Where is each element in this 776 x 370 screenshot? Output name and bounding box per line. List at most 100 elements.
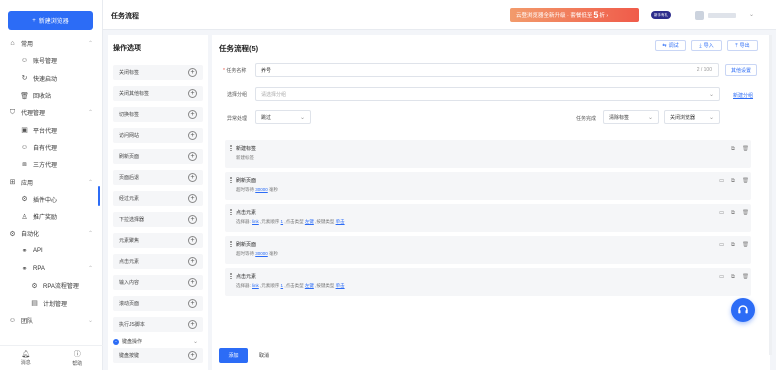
sidebar-item-rpa-flows[interactable]: ⚙ RPA流程管理 (0, 277, 103, 294)
chevron-up-icon: ⌃ (87, 266, 93, 272)
add-circle-icon[interactable]: + (188, 152, 197, 161)
delete-icon[interactable]: 🗑 (742, 178, 749, 184)
operations-title: 操作选项 (113, 45, 141, 52)
sidebar-scroll-indicator[interactable] (98, 186, 100, 206)
add-circle-icon[interactable]: + (188, 215, 197, 224)
add-circle-icon[interactable]: + (188, 68, 197, 77)
add-circle-icon[interactable]: + (188, 173, 197, 182)
copy-icon[interactable]: ⧉ (731, 274, 735, 281)
task-complete-select-1[interactable]: 清除标签 ⌄ (603, 110, 659, 124)
sidebar-item-rewards[interactable]: ♙ 推广奖励 (0, 208, 103, 225)
sidebar-item-proxy[interactable]: ⛉ 代理管理 ⌃ (0, 104, 103, 121)
other-settings-button[interactable]: 其他设置 (725, 64, 757, 76)
op-run-js[interactable]: 执行JS脚本 + (113, 317, 203, 332)
sidebar-item-own-proxy[interactable]: ☺ 自有代理 (0, 139, 103, 156)
delete-icon[interactable]: 🗑 (742, 146, 749, 152)
op-focus-element[interactable]: 元素聚焦 + (113, 233, 203, 248)
scrollbar[interactable] (769, 35, 772, 355)
sidebar-item-common[interactable]: ⌂ 常用 ⌃ (0, 35, 103, 52)
sidebar-item-api[interactable]: ⚭ API (0, 243, 103, 260)
add-circle-icon[interactable]: + (188, 278, 197, 287)
op-visit-site[interactable]: 访问网站 + (113, 128, 203, 143)
op-refresh-page[interactable]: 刷新页面 + (113, 149, 203, 164)
sidebar-item-plans[interactable]: ▤ 计划管理 (0, 294, 103, 311)
sidebar-item-automation[interactable]: ⚙ 自动化 ⌃ (0, 225, 103, 242)
op-close-other-tabs[interactable]: 关闭其他标签 + (113, 86, 203, 101)
op-click-element[interactable]: 点击元素 + (113, 254, 203, 269)
flow-step[interactable]: 刷新页面 超时等待 30000 毫秒 ▭ ⧉ 🗑 (225, 236, 751, 264)
help-button[interactable]: ⓘ 帮助 (52, 346, 104, 370)
flow-step[interactable]: 点击元素 选择器: link ,元素顺序 1 ,点击类型 左键 ,按键类型 单击… (225, 204, 751, 232)
copy-icon[interactable]: ⧉ (731, 178, 735, 185)
cancel-button[interactable]: 取消 (259, 348, 273, 363)
add-circle-icon[interactable]: + (188, 194, 197, 203)
debug-button[interactable]: ⇆ 调试 (655, 40, 686, 51)
sidebar-item-rpa[interactable]: ⚭ RPA ⌃ (0, 260, 103, 277)
delete-icon[interactable]: 🗑 (742, 242, 749, 248)
messages-button[interactable]: 🔔︎ 消息 (0, 346, 52, 370)
op-switch-tab[interactable]: 切换标签 + (113, 107, 203, 122)
add-circle-icon[interactable]: + (188, 236, 197, 245)
op-input-content[interactable]: 输入内容 + (113, 275, 203, 290)
drag-handle-icon[interactable] (230, 145, 232, 151)
delete-icon[interactable]: 🗑 (742, 210, 749, 216)
sidebar-item-plugins[interactable]: ⚙ 插件中心 (0, 191, 103, 208)
comment-icon[interactable]: ▭ (719, 274, 724, 280)
sidebar-item-accounts[interactable]: ☺ 账号管理 (0, 52, 103, 69)
add-circle-icon[interactable]: + (188, 299, 197, 308)
drag-handle-icon[interactable] (230, 209, 232, 215)
add-circle-icon[interactable]: + (188, 257, 197, 266)
op-page-back[interactable]: 页面后退 + (113, 170, 203, 185)
new-browser-button[interactable]: + 新建浏览器 (8, 11, 93, 30)
add-circle-icon[interactable]: + (188, 131, 197, 140)
flow-step[interactable]: 刷新页面 超时等待 30000 毫秒 ▭ ⧉ 🗑 (225, 172, 751, 200)
chevron-down-icon[interactable]: ⌄ (193, 338, 198, 345)
comment-icon[interactable]: ▭ (719, 210, 724, 216)
delete-icon[interactable]: 🗑 (742, 274, 749, 280)
keyboard-section-header[interactable]: − 键盘操作 (113, 338, 142, 345)
drag-handle-icon[interactable] (230, 241, 232, 247)
op-hover-element[interactable]: 经过元素 + (113, 191, 203, 206)
op-dropdown-select[interactable]: 下拉选择器 + (113, 212, 203, 227)
drag-handle-icon[interactable] (230, 273, 232, 279)
add-circle-icon[interactable]: + (188, 351, 197, 360)
add-circle-icon[interactable]: + (188, 110, 197, 119)
sidebar-item-platform-proxy[interactable]: ▣ 平台代理 (0, 121, 103, 138)
task-name-input[interactable]: 养号 2 / 100 (255, 63, 719, 77)
task-complete-select-2[interactable]: 关闭浏览器 ⌄ (664, 110, 720, 124)
flow-step[interactable]: 新建标签 新建标签 ⧉ 🗑 (225, 140, 751, 168)
copy-icon[interactable]: ⧉ (731, 210, 735, 217)
newbie-gift-badge[interactable]: 新手有礼 (651, 11, 671, 19)
op-close-tab[interactable]: 关闭标签 + (113, 65, 203, 80)
import-button[interactable]: ⤓ 导入 (691, 40, 722, 51)
op-label: 关闭标签 (119, 70, 140, 76)
copy-icon[interactable]: ⧉ (731, 242, 735, 249)
group-select[interactable]: 请选择分组 ⌄ (255, 87, 720, 101)
step-desc: 选择器: link ,元素顺序 1 ,点击类型 左键 ,按键类型 单击 (236, 219, 345, 224)
avatar[interactable] (695, 11, 704, 20)
sidebar-item-third-proxy[interactable]: ⧈ 三方代理 (0, 156, 103, 173)
support-button[interactable] (731, 298, 755, 322)
new-group-link[interactable]: 新建分组 (733, 92, 753, 99)
add-circle-icon[interactable]: + (188, 89, 197, 98)
sidebar-item-team[interactable]: ☺ 团队 ⌄ (0, 312, 103, 329)
flow-step[interactable]: 点击元素 选择器: link ,元素顺序 1 ,点击类型 左键 ,按键类型 单击… (225, 268, 751, 296)
drag-handle-icon[interactable] (230, 177, 232, 183)
help-label: 帮助 (72, 361, 83, 367)
export-button[interactable]: ⤒ 导出 (727, 40, 758, 51)
op-scroll-page[interactable]: 滚动页面 + (113, 296, 203, 311)
username-redacted[interactable] (708, 13, 736, 18)
op-label: 经过元素 (119, 196, 140, 202)
add-button[interactable]: 添加 (219, 348, 248, 363)
chevron-down-icon[interactable]: ⌄ (749, 11, 754, 18)
op-keyboard-key[interactable]: 键盘按键 + (113, 348, 203, 363)
comment-icon[interactable]: ▭ (719, 178, 724, 184)
promo-banner[interactable]: 云登浏览器全新升级 · 套餐低至 5 折 › (510, 8, 639, 22)
error-handling-select[interactable]: 跳过 ⌄ (255, 110, 311, 124)
sidebar-item-apps[interactable]: ⊞ 应用 ⌃ (0, 173, 103, 190)
add-circle-icon[interactable]: + (188, 320, 197, 329)
copy-icon[interactable]: ⧉ (731, 146, 735, 153)
sidebar-item-recycle[interactable]: 🗑 回收站 (0, 87, 103, 104)
comment-icon[interactable]: ▭ (719, 242, 724, 248)
sidebar-item-quick-start[interactable]: ↻ 快速启动 (0, 70, 103, 87)
